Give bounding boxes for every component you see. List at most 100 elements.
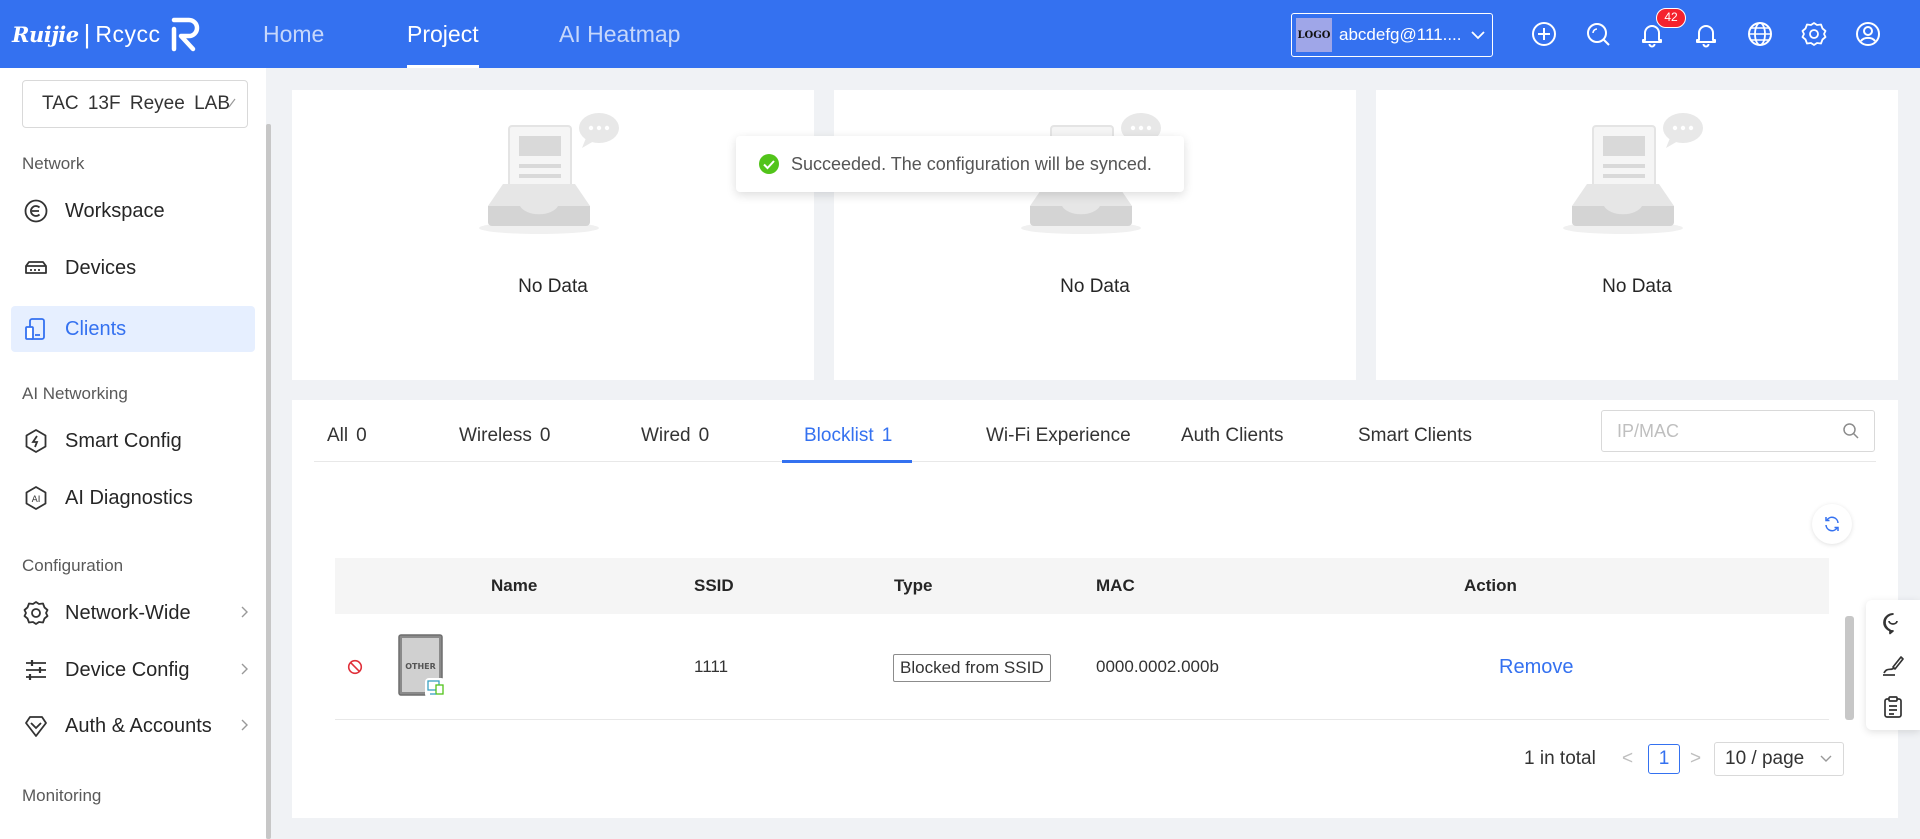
sidebar-item-ai-diagnostics[interactable]: AI AI Diagnostics xyxy=(11,475,255,521)
sidebar-item-label: Smart Config xyxy=(65,429,182,452)
remove-link[interactable]: Remove xyxy=(1499,614,1573,720)
tab-label: Wired xyxy=(641,425,691,446)
settings-gear-icon[interactable] xyxy=(1800,20,1828,48)
table-scrollbar[interactable] xyxy=(1845,616,1854,720)
sidebar-item-network-wide[interactable]: Network-Wide xyxy=(11,590,255,636)
pagination-prev-button[interactable]: < xyxy=(1622,742,1633,776)
smart-config-icon xyxy=(25,429,47,453)
globe-icon[interactable] xyxy=(1746,20,1774,48)
sidebar-item-label: Auth & Accounts xyxy=(65,714,212,737)
tab-count: 0 xyxy=(698,425,710,446)
account-logo: LOGO xyxy=(1296,18,1332,52)
devices-icon xyxy=(25,261,47,274)
chevron-down-icon xyxy=(1471,31,1485,40)
tab-wired[interactable]: Wired 0 xyxy=(641,410,709,462)
brand-reyee: Rcycc xyxy=(95,20,161,47)
sidebar-group-ai-networking: AI Networking xyxy=(22,384,128,403)
success-toast: Succeeded. The configuration will be syn… xyxy=(736,136,1184,192)
project-selector[interactable]: TAC 13F Reyee LAB xyxy=(22,80,248,128)
column-name: Name xyxy=(491,576,538,595)
sidebar-group-monitoring: Monitoring xyxy=(22,786,102,805)
summary-card-3: No Data xyxy=(1376,90,1898,380)
sidebar-item-auth-accounts[interactable]: Auth & Accounts xyxy=(11,703,255,749)
chevron-right-icon xyxy=(241,606,248,618)
brand-ruijie: Ruijie xyxy=(12,21,79,47)
sidebar: TAC 13F Reyee LAB Network Workspace Devi… xyxy=(0,68,266,839)
nav-home[interactable]: Home xyxy=(263,0,324,68)
sidebar-item-smart-config[interactable]: Smart Config xyxy=(11,418,255,464)
check-circle-icon xyxy=(759,154,779,174)
nav-project[interactable]: Project xyxy=(407,0,479,68)
chevron-down-icon xyxy=(228,98,236,108)
user-icon[interactable] xyxy=(1854,20,1882,48)
feedback-sign-icon[interactable] xyxy=(1881,653,1905,677)
summary-card-1: No Data xyxy=(292,90,814,380)
alarm-bell-icon[interactable] xyxy=(1692,20,1720,48)
clipboard-icon[interactable] xyxy=(1881,695,1905,719)
toast-message: Succeeded. The configuration will be syn… xyxy=(791,153,1152,174)
column-type: Type xyxy=(894,576,933,595)
tab-smart-clients[interactable]: Smart Clients xyxy=(1358,410,1472,462)
chevron-right-icon xyxy=(241,719,248,731)
summary-card-2: No Data xyxy=(834,90,1356,380)
chevron-right-icon xyxy=(241,663,248,675)
project-name: TAC 13F Reyee LAB xyxy=(42,93,231,114)
workspace-icon xyxy=(24,199,48,223)
reyee-r-icon xyxy=(171,17,199,52)
refresh-button[interactable] xyxy=(1812,504,1852,544)
cell-ssid: 1111 xyxy=(694,657,729,676)
notification-count-badge: 42 xyxy=(1656,8,1686,28)
cell-mac: 0000.0002.000b xyxy=(1096,657,1219,676)
search-input[interactable] xyxy=(1602,411,1822,451)
sidebar-group-configuration: Configuration xyxy=(22,556,124,575)
column-action: Action xyxy=(1464,576,1517,595)
tab-wifi-experience[interactable]: Wi-Fi Experience xyxy=(986,410,1131,462)
no-data-text: No Data xyxy=(1602,276,1672,297)
pagination-page-1[interactable]: 1 xyxy=(1648,744,1680,774)
sidebar-group-network: Network xyxy=(22,154,85,173)
search-icon[interactable] xyxy=(1842,422,1860,440)
tab-wireless[interactable]: Wireless 0 xyxy=(459,410,550,462)
tab-label: Blocklist xyxy=(804,425,874,446)
chat-support-icon[interactable] xyxy=(1881,611,1905,635)
clients-panel: All 0 Wireless 0 Wired 0 Blocklist 1 Wi-Fi E… xyxy=(292,400,1898,818)
tab-label: Wireless xyxy=(459,425,532,446)
account-selector[interactable]: LOGO abcdefg@111.... xyxy=(1291,13,1493,57)
clients-icon xyxy=(25,318,45,340)
pagination-next-button[interactable]: > xyxy=(1690,742,1701,776)
plus-circle-icon[interactable] xyxy=(1530,20,1558,48)
table-header: Name SSID Type MAC Action xyxy=(335,558,1829,614)
search-box xyxy=(1601,410,1875,452)
tab-label: All xyxy=(327,425,349,446)
account-name: abcdefg@111.... xyxy=(1339,25,1462,44)
tab-count: 0 xyxy=(539,425,551,446)
tab-label: Wi-Fi Experience xyxy=(986,425,1131,446)
brand-separator: | xyxy=(83,18,91,49)
empty-state: No Data xyxy=(1376,110,1898,297)
page-size-select[interactable]: 10 / page xyxy=(1714,742,1844,776)
chevron-down-icon xyxy=(1820,755,1832,762)
table-row: OTHER 1111 Blocked from SSID 0000.0002.0… xyxy=(335,614,1829,720)
brand-logo[interactable]: Ruijie | Rcycc xyxy=(12,16,201,52)
sidebar-item-clients[interactable]: Clients xyxy=(11,306,255,352)
sidebar-item-devices[interactable]: Devices xyxy=(11,245,255,291)
page-size-value: 10 / page xyxy=(1725,748,1805,769)
sidebar-scrollbar[interactable] xyxy=(266,124,271,839)
sidebar-item-device-config[interactable]: Device Config xyxy=(11,647,255,693)
tab-count: 0 xyxy=(356,425,367,446)
nav-ai-heatmap[interactable]: AI Heatmap xyxy=(559,0,680,68)
tab-count: 1 xyxy=(881,425,893,446)
tab-blocklist[interactable]: Blocklist 1 xyxy=(781,410,913,463)
diamond-icon xyxy=(25,716,47,737)
device-thumbnail-icon: OTHER xyxy=(398,634,445,698)
tab-all[interactable]: All 0 xyxy=(327,410,367,462)
empty-inbox-icon xyxy=(479,113,619,234)
sidebar-item-label: AI Diagnostics xyxy=(65,486,193,509)
empty-inbox-icon xyxy=(1563,113,1703,234)
settings-gear-icon xyxy=(23,601,49,625)
sidebar-item-workspace[interactable]: Workspace xyxy=(11,188,255,234)
sidebar-item-label: Clients xyxy=(65,317,127,340)
tab-auth-clients[interactable]: Auth Clients xyxy=(1181,410,1283,462)
search-icon[interactable] xyxy=(1584,20,1612,48)
device-type-label: OTHER xyxy=(405,662,436,671)
